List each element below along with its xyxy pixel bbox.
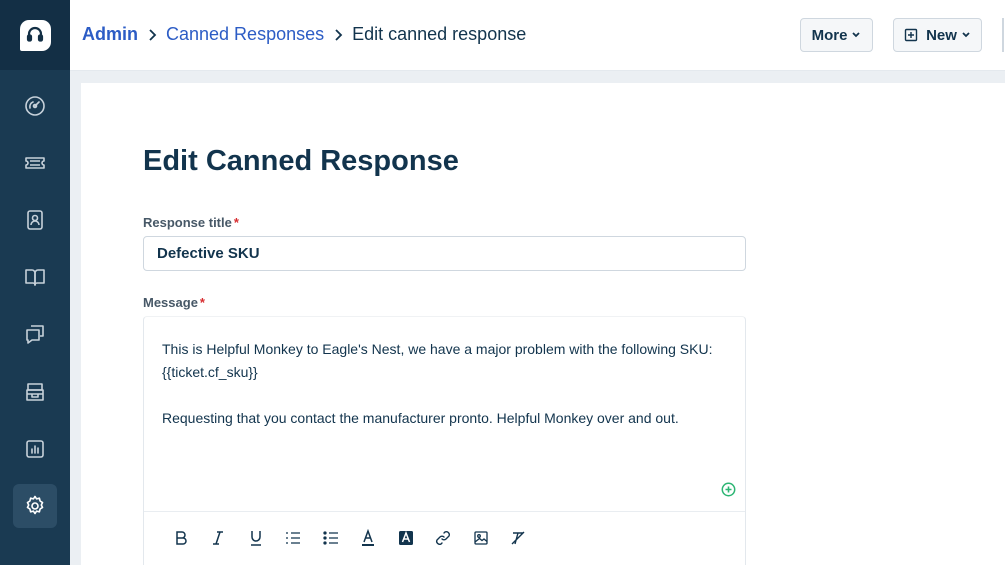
breadcrumb-canned-responses-link[interactable]: Canned Responses xyxy=(166,24,324,45)
sidebar-item-solutions[interactable] xyxy=(13,255,57,299)
sidebar-item-contacts[interactable] xyxy=(13,198,57,242)
bold-icon xyxy=(176,530,187,545)
gear-icon xyxy=(26,495,44,515)
new-button-label: New xyxy=(926,26,957,44)
ticket-icon xyxy=(25,157,45,169)
message-label: Message * xyxy=(143,295,205,310)
contact-card-icon xyxy=(27,210,43,230)
chevron-right-icon xyxy=(138,24,166,45)
top-header: Admin Canned Responses Edit canned respo… xyxy=(70,0,1005,71)
underline-button[interactable] xyxy=(237,523,275,553)
clear-formatting-button[interactable] xyxy=(500,523,538,553)
sidebar xyxy=(0,0,70,565)
book-icon xyxy=(25,269,45,286)
more-button-label: More xyxy=(811,26,848,44)
underline-icon xyxy=(250,530,261,546)
add-placeholder-icon[interactable] xyxy=(721,482,736,497)
box-icon xyxy=(26,383,44,401)
message-paragraph: This is Helpful Monkey to Eagle's Nest, … xyxy=(162,341,713,380)
bold-button[interactable] xyxy=(162,523,200,553)
clear-formatting-icon xyxy=(511,531,525,544)
required-marker: * xyxy=(233,215,239,230)
response-title-input[interactable] xyxy=(143,236,746,271)
headset-logo-icon xyxy=(19,19,51,51)
app-logo[interactable] xyxy=(0,0,70,70)
sidebar-item-dashboard[interactable] xyxy=(13,84,57,128)
edit-canned-response-form: Edit Canned Response Response title* Mes… xyxy=(81,83,1005,565)
chevron-down-icon xyxy=(852,32,861,38)
background-color-button[interactable] xyxy=(387,523,425,553)
header-divider xyxy=(1002,18,1004,52)
new-button[interactable]: New xyxy=(893,18,982,52)
font-color-icon xyxy=(362,528,375,546)
ordered-list-button[interactable] xyxy=(275,523,313,553)
sidebar-item-admin[interactable] xyxy=(13,484,57,528)
page-title: Edit Canned Response xyxy=(143,145,459,177)
background-color-icon xyxy=(398,530,413,545)
italic-button[interactable] xyxy=(200,523,238,553)
dashboard-gauge-icon xyxy=(25,96,45,116)
sidebar-item-tickets[interactable] xyxy=(13,141,57,185)
message-editor[interactable]: This is Helpful Monkey to Eagle's Nest, … xyxy=(143,316,746,565)
discussion-icon xyxy=(26,325,44,344)
breadcrumb-admin-link[interactable]: Admin xyxy=(82,24,138,45)
sidebar-item-inventory[interactable] xyxy=(13,370,57,414)
breadcrumb: Admin Canned Responses Edit canned respo… xyxy=(82,24,526,45)
breadcrumb-current: Edit canned response xyxy=(352,24,527,44)
image-icon xyxy=(474,530,488,545)
bulleted-list-icon xyxy=(323,530,338,545)
chevron-down-icon xyxy=(962,32,970,38)
sidebar-item-reports[interactable] xyxy=(13,427,57,471)
italic-icon xyxy=(213,530,224,545)
ordered-list-icon xyxy=(286,531,301,544)
plus-square-icon xyxy=(904,28,918,42)
link-icon xyxy=(436,530,451,545)
message-body[interactable]: This is Helpful Monkey to Eagle's Nest, … xyxy=(162,338,722,430)
sidebar-item-forums[interactable] xyxy=(13,312,57,356)
message-blank-line xyxy=(162,384,722,407)
bulleted-list-button[interactable] xyxy=(312,523,350,553)
message-paragraph: Requesting that you contact the manufact… xyxy=(162,410,679,426)
font-color-button[interactable] xyxy=(350,523,388,553)
more-button[interactable]: More xyxy=(800,18,873,52)
bar-chart-icon xyxy=(26,440,44,458)
chevron-right-icon xyxy=(324,24,352,45)
required-marker: * xyxy=(199,295,205,310)
insert-link-button[interactable] xyxy=(425,523,463,553)
insert-image-button[interactable] xyxy=(462,523,500,553)
editor-toolbar xyxy=(144,511,745,563)
response-title-label: Response title * xyxy=(143,215,239,230)
